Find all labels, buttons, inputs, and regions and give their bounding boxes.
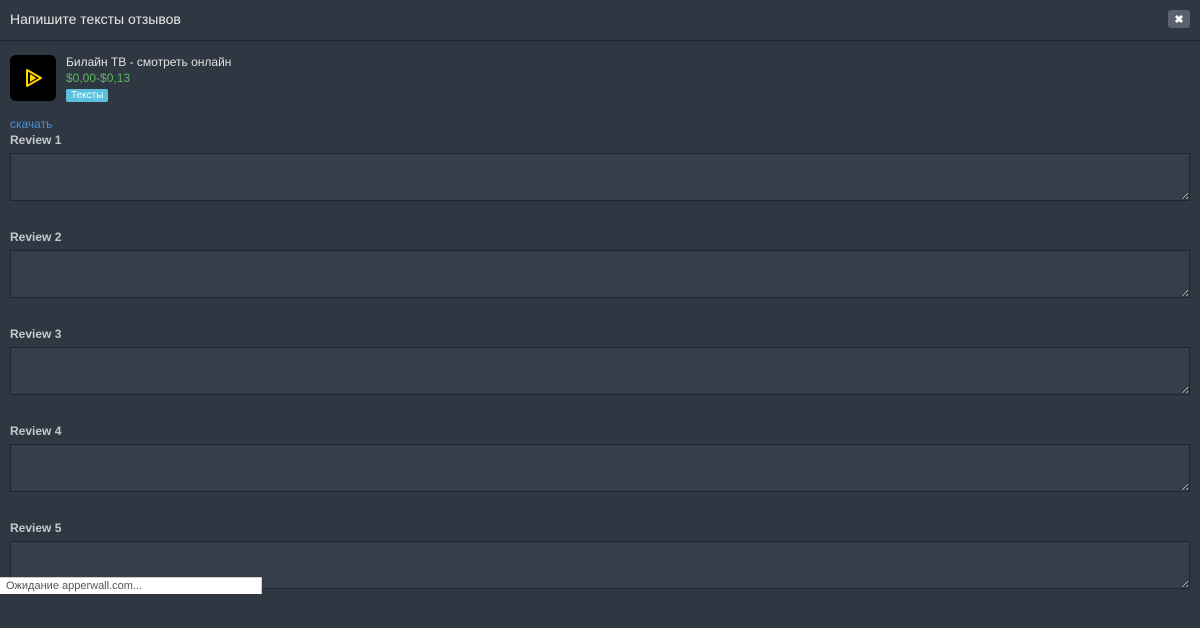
review-label-4: Review 4 [10,424,1190,438]
download-link[interactable]: скачать [10,117,52,131]
review-label-2: Review 2 [10,230,1190,244]
app-meta: Билайн ТВ - смотреть онлайн $0,00-$0,13 … [66,55,231,102]
review-input-3[interactable] [10,347,1190,395]
review-input-1[interactable] [10,153,1190,201]
review-block-4: Review 4 [10,424,1190,495]
review-label-3: Review 3 [10,327,1190,341]
play-icon [21,66,45,90]
texts-badge: Тексты [66,89,108,102]
review-label-5: Review 5 [10,521,1190,535]
review-label-1: Review 1 [10,133,1190,147]
review-input-4[interactable] [10,444,1190,492]
app-name: Билайн ТВ - смотреть онлайн [66,55,231,69]
status-bar: Ожидание apperwall.com... [0,577,262,594]
review-block-3: Review 3 [10,327,1190,398]
modal-title: Напишите тексты отзывов [10,11,181,27]
review-block-2: Review 2 [10,230,1190,301]
review-block-1: Review 1 [10,133,1190,204]
review-input-2[interactable] [10,250,1190,298]
app-price: $0,00-$0,13 [66,71,231,85]
modal-header: Напишите тексты отзывов ✖ [0,0,1200,41]
close-icon: ✖ [1174,13,1183,26]
app-info: Билайн ТВ - смотреть онлайн $0,00-$0,13 … [10,55,1190,102]
app-icon [10,55,56,101]
modal-body: Билайн ТВ - смотреть онлайн $0,00-$0,13 … [0,41,1200,628]
close-button[interactable]: ✖ [1168,10,1190,28]
